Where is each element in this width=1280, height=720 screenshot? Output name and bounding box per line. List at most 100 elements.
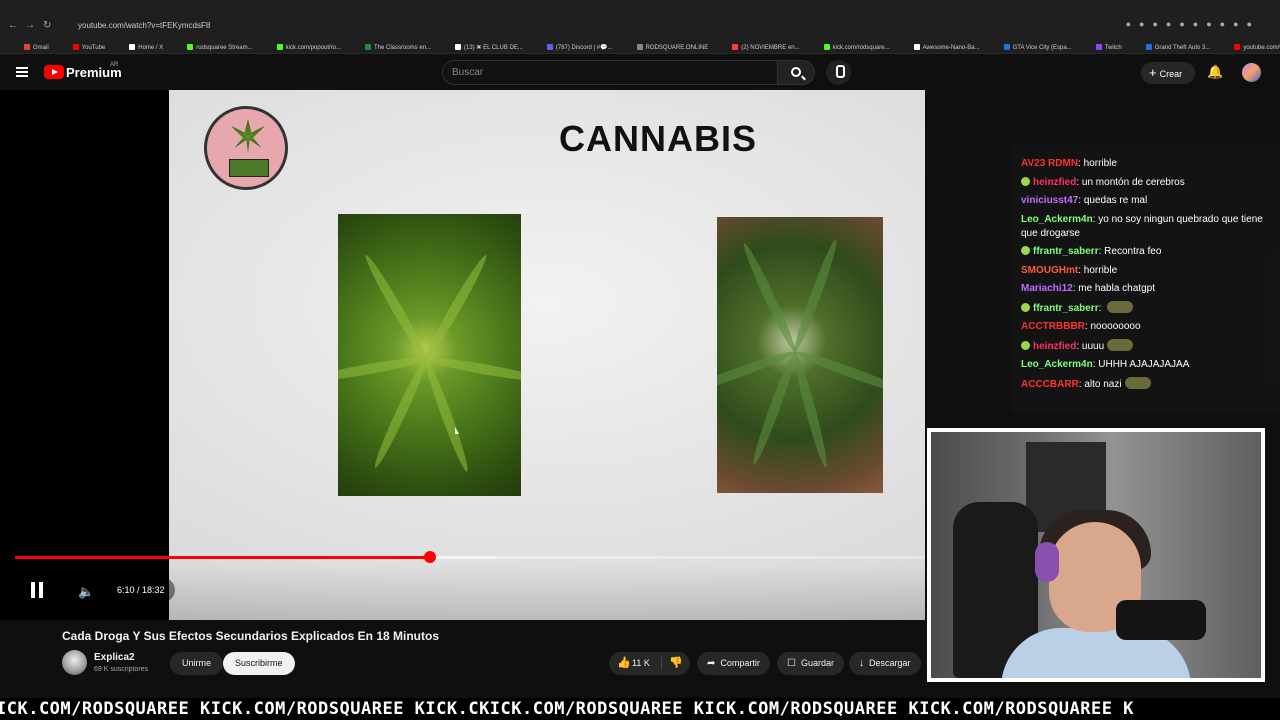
menu-icon[interactable]	[16, 67, 28, 77]
youtube-logo-icon[interactable]	[44, 65, 64, 79]
channel-avatar[interactable]	[62, 650, 87, 675]
slide-title: CANNABIS	[559, 118, 758, 159]
chat-message: Mariachi12: me habla chatgpt	[1021, 282, 1270, 296]
bookmark-favicon-icon	[187, 44, 194, 51]
chat-text: UHHH AJAJAJAJAA	[1098, 359, 1190, 370]
youtube-header: Premium AR Buscar + Crear 🔔	[0, 54, 1280, 92]
bookmark-item[interactable]: kick.com/rodsquare...	[812, 39, 890, 53]
video-player[interactable]: CANNABIS 🔈 6:10 / 18:32	[0, 90, 925, 620]
bookmark-favicon-icon	[365, 44, 371, 51]
chat-message: ffrantr_saberr: Recontra feo	[1021, 245, 1270, 259]
pause-icon[interactable]	[30, 582, 44, 598]
search-icon	[791, 67, 801, 77]
chat-username[interactable]: viniciusst47	[1021, 195, 1078, 206]
back-icon[interactable]: ←	[8, 20, 18, 31]
create-button[interactable]: + Crear	[1141, 62, 1195, 84]
voice-search-icon[interactable]	[826, 60, 851, 85]
chat-username[interactable]: SMOUGHmt	[1021, 265, 1078, 276]
bookmark-item[interactable]: (13) ✖ EL CLUB DE...	[443, 39, 523, 53]
chat-text: quedas re mal	[1083, 195, 1148, 206]
emote-icon	[1107, 338, 1134, 351]
chat-username[interactable]: AV23 RDMN	[1021, 158, 1078, 169]
bookmark-label: Grand Theft Auto 3...	[1154, 45, 1211, 51]
emote-icon	[1107, 300, 1134, 313]
bookmark-item[interactable]: Awesome-Nano-Ba...	[902, 39, 980, 53]
plus-icon: +	[1149, 65, 1157, 80]
chat-message: Leo_Ackerm4n: UHHH AJAJAJAJAA	[1021, 358, 1270, 372]
chat-username[interactable]: ffrantr_saberr	[1033, 303, 1099, 314]
bookmark-favicon-icon	[1095, 44, 1102, 51]
bookmark-item[interactable]: Gmail	[12, 39, 49, 53]
download-button[interactable]: ↓ Descargar	[849, 652, 921, 675]
webcam-feed	[931, 432, 1261, 678]
like-icon[interactable]: 👍	[617, 652, 631, 675]
chat-username[interactable]: ACCTRBBBR	[1021, 321, 1085, 332]
bookmark-item[interactable]: GTA Vice City (Espa...	[992, 39, 1072, 53]
chat-username[interactable]: ffrantr_saberr	[1033, 246, 1099, 257]
chat-username[interactable]: Mariachi12	[1021, 283, 1073, 294]
subscriber-count: 69 K suscriptores	[94, 666, 149, 673]
search-button[interactable]	[777, 60, 815, 85]
join-button[interactable]: Unirme	[170, 652, 224, 675]
bookmark-favicon-icon	[24, 44, 30, 51]
bookmark-item[interactable]: YouTube	[61, 39, 106, 53]
scrolling-ticker: ICK.COM/RODSQUAREE KICK.COM/RODSQUAREE K…	[0, 698, 1280, 720]
leaf-icon	[231, 119, 265, 153]
like-count[interactable]: 11 K	[632, 652, 650, 675]
bookmark-item[interactable]: kick.com/popout/ro...	[265, 39, 341, 53]
ticker-text: ICK.COM/RODSQUAREE KICK.COM/RODSQUAREE K…	[0, 699, 1134, 719]
subscribe-button[interactable]: Suscribirme	[223, 652, 295, 675]
notifications-icon[interactable]: 🔔	[1207, 64, 1223, 80]
screen: ← → ↻ youtube.com/watch?v=tFEKymcdsF8 ●●…	[0, 0, 1280, 720]
bookmark-label: Home / X	[138, 45, 164, 51]
bookmark-item[interactable]: Home / X	[117, 39, 164, 53]
bookmark-item[interactable]: The Classrooms en...	[353, 39, 431, 53]
video-title: Cada Droga Y Sus Efectos Secundarios Exp…	[62, 629, 439, 643]
dislike-icon[interactable]: 👎	[669, 652, 683, 675]
cannabis-photo-right	[717, 217, 883, 493]
save-label: Guardar	[800, 658, 834, 668]
region-label: AR	[110, 62, 119, 68]
bookmark-item[interactable]: (2) NOVIEMBRE en...	[720, 39, 800, 53]
bag-icon	[229, 159, 269, 177]
bookmarks-bar: Gmail YouTube Home / X rodsquaree Stream...…	[0, 36, 1280, 54]
chat-message: viniciusst47: quedas re mal	[1021, 194, 1270, 208]
account-avatar[interactable]	[1242, 63, 1261, 82]
chat-text: horrible	[1083, 264, 1118, 276]
share-button[interactable]: ➦ Compartir	[697, 652, 770, 675]
chat-username[interactable]: heinzfied	[1033, 341, 1076, 352]
bookmark-label: YouTube	[81, 45, 106, 51]
reload-icon[interactable]: ↻	[43, 20, 51, 31]
webcam-hair-dye	[1035, 542, 1059, 582]
bookmark-item[interactable]: (787) Discord | #💬...	[535, 39, 613, 53]
progress-bar[interactable]	[15, 551, 925, 563]
chat-message: heinzfied: uuuu	[1021, 338, 1270, 354]
bookmark-item[interactable]: Twitch	[1084, 39, 1122, 53]
chat-text: alto nazi	[1084, 378, 1122, 390]
bookmark-label: rodsquaree Stream...	[196, 45, 253, 51]
extension-icons[interactable]: ●●●●●●●●●●	[1126, 19, 1260, 29]
bookmark-item[interactable]: rodsquaree Stream...	[175, 39, 253, 53]
bookmark-item[interactable]: RODSQUARE.ONLINE	[625, 39, 708, 53]
bookmark-item[interactable]: youtube.com/watch...	[1222, 39, 1280, 53]
volume-icon[interactable]: 🔈	[78, 584, 94, 600]
bookmark-label: (2) NOVIEMBRE en...	[741, 45, 800, 51]
forward-icon[interactable]: →	[25, 20, 35, 31]
address-bar[interactable]: youtube.com/watch?v=tFEKymcdsF8	[62, 18, 1092, 34]
channel-name[interactable]: Explica2	[94, 652, 135, 663]
chat-username[interactable]: Leo_Ackerm4n	[1021, 359, 1093, 370]
save-button[interactable]: ☐ Guardar	[777, 652, 844, 675]
chat-username[interactable]: heinzfied	[1033, 177, 1076, 188]
chat-message: ACCCBARR: alto nazi	[1021, 376, 1270, 392]
chat-username[interactable]: Leo_Ackerm4n	[1021, 214, 1093, 225]
bookmark-label: Gmail	[33, 45, 49, 51]
chat-text: un montón de cerebros	[1081, 176, 1185, 188]
scrubber-handle[interactable]	[423, 551, 436, 563]
bookmark-label: Twitch	[1104, 45, 1122, 51]
chat-message: Leo_Ackerm4n: yo no soy ningun quebrado …	[1021, 213, 1270, 241]
download-icon: ↓	[859, 658, 864, 669]
bookmark-item[interactable]: Grand Theft Auto 3...	[1134, 39, 1211, 53]
search-input[interactable]: Buscar	[442, 60, 778, 85]
bookmark-label: GTA Vice City (Espa...	[1012, 45, 1072, 51]
chat-username[interactable]: ACCCBARR	[1021, 379, 1079, 390]
